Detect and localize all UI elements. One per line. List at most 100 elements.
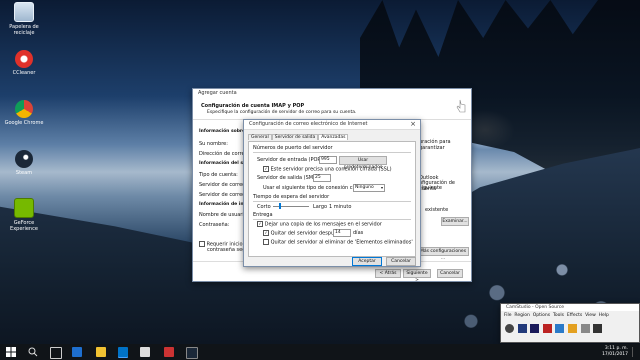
desktop-icon-geforce[interactable]: GeForce Experience <box>2 198 46 232</box>
ok-button[interactable]: Aceptar <box>352 257 382 266</box>
desktop-icon-ccleaner[interactable]: CCleaner <box>2 50 46 76</box>
keep-copy-checkbox[interactable]: ✓ <box>257 221 263 227</box>
browse-button[interactable]: Examinar... <box>441 217 469 226</box>
record-icon[interactable] <box>505 324 514 333</box>
chevron-down-icon: ▾ <box>380 185 383 190</box>
add-account-title: Agregar cuenta <box>198 90 237 96</box>
windows-icon <box>6 347 16 357</box>
clock[interactable]: 3:11 p. m. 17/01/2017 <box>602 346 628 358</box>
ports-group-line <box>253 152 411 153</box>
menu-options[interactable]: Options <box>533 313 550 318</box>
back-button[interactable]: < Atrás <box>375 269 401 278</box>
incoming-port-input[interactable]: 995 <box>319 156 337 164</box>
internet-email-settings-dialog: Configuración de correo electrónico de I… <box>243 119 421 267</box>
menu-file[interactable]: File <box>504 313 512 318</box>
existing-text: existente <box>425 207 449 213</box>
menu-tools[interactable]: Tools <box>553 313 564 318</box>
remove-after-label: Quitar del servidor después <box>270 230 340 237</box>
timeout-slider-thumb[interactable] <box>279 203 281 209</box>
encryption-type-value: Ninguno <box>355 185 374 190</box>
camstudio-taskbar-icon[interactable] <box>164 347 174 357</box>
account-type-label: Tipo de cuenta: <box>199 172 238 178</box>
stop-icon[interactable] <box>530 324 540 333</box>
edge-icon[interactable] <box>72 347 82 357</box>
remove-after-row[interactable]: ✓ Quitar del servidor después <box>263 230 340 237</box>
taskbar: 3:11 p. m. 17/01/2017 <box>0 344 640 360</box>
spa-checkbox[interactable] <box>199 241 205 247</box>
name-label: Su nombre: <box>199 141 228 147</box>
username-label: Nombre de usuario: <box>199 212 249 218</box>
menu-help[interactable]: Help <box>599 313 609 318</box>
region-icon[interactable] <box>542 324 552 333</box>
desktop-icon-label: Papelera de reciclaje <box>9 24 39 36</box>
password-label: Contraseña: <box>199 222 230 228</box>
remove-after-checkbox[interactable]: ✓ <box>263 230 269 236</box>
clock-date: 17/01/2017 <box>602 352 628 357</box>
geforce-icon <box>14 198 34 218</box>
desktop-icon-steam[interactable]: Steam <box>2 150 46 176</box>
account-settings-subheading: Especifique la configuración de servidor… <box>207 110 357 115</box>
start-button[interactable] <box>6 347 16 357</box>
menu-view[interactable]: View <box>585 313 596 318</box>
notepad-icon[interactable] <box>140 347 150 357</box>
file-explorer-icon[interactable] <box>96 347 106 357</box>
camstudio-titlebar: CamStudio - Open Source <box>501 304 639 311</box>
settings-icon[interactable] <box>567 324 577 333</box>
timeout-long-label: Largo <box>313 204 328 210</box>
outgoing-port-input[interactable]: 25 <box>313 174 331 182</box>
remove-deleted-checkbox[interactable] <box>263 239 269 245</box>
fullscreen-icon[interactable] <box>555 324 565 333</box>
ccleaner-icon <box>15 50 33 68</box>
tab-advanced[interactable]: Avanzadas <box>318 134 349 140</box>
cancel-button[interactable]: Cancelar <box>437 269 463 278</box>
timeout-value: 1 minuto <box>329 204 352 210</box>
ssl-checkbox-row[interactable]: ✓ Este servidor precisa una conexión cif… <box>263 166 392 173</box>
show-desktop-button[interactable] <box>632 347 638 357</box>
recycle-bin-icon <box>14 2 34 22</box>
days-label: días <box>353 230 364 236</box>
account-settings-heading: Configuración de cuenta IMAP y POP <box>201 103 305 109</box>
camstudio-toolbar <box>505 324 604 335</box>
dialog-title: Configuración de correo electrónico de I… <box>249 121 368 127</box>
desktop-icon-recycle-bin[interactable]: Papelera de reciclaje <box>2 2 46 36</box>
ssl-checkbox[interactable]: ✓ <box>263 166 269 172</box>
desktop-icon-label: Steam <box>15 170 33 176</box>
desktop-icon-chrome[interactable]: Google Chrome <box>2 100 46 126</box>
task-view-icon[interactable] <box>50 347 62 359</box>
timeout-short-label: Corto <box>257 204 271 210</box>
more-settings-button[interactable]: Más configuraciones ... <box>417 247 469 261</box>
chrome-icon <box>15 100 33 118</box>
pause-icon[interactable] <box>517 324 527 333</box>
desktop-icon-label: CCleaner <box>12 70 36 76</box>
menu-effects[interactable]: Effects <box>567 313 582 318</box>
tab-outgoing-server[interactable]: Servidor de salida <box>271 134 319 140</box>
add-account-titlebar: Agregar cuenta <box>193 89 471 98</box>
next-text-2: siguiente <box>419 185 443 191</box>
outlook-taskbar-icon[interactable] <box>118 347 128 357</box>
close-icon[interactable]: × <box>410 120 416 129</box>
steam-icon <box>15 150 33 168</box>
dialog-cancel-button[interactable]: Cancelar <box>386 257 416 266</box>
tab-general[interactable]: General <box>248 134 272 140</box>
remove-days-input[interactable]: 14 <box>333 229 351 237</box>
steam-taskbar-icon[interactable] <box>186 347 198 359</box>
camstudio-title: CamStudio - Open Source <box>506 305 565 310</box>
menu-region[interactable]: Region <box>514 313 529 318</box>
keep-copy-row[interactable]: ✓ Dejar una copia de los mensajes en el … <box>257 221 382 228</box>
delivery-group-line <box>253 219 411 220</box>
ports-group-label: Números de puerto del servidor <box>253 145 333 151</box>
remove-deleted-row[interactable]: Quitar del servidor al eliminar de 'Elem… <box>263 239 413 246</box>
use-defaults-button[interactable]: Usar predeterminados <box>339 156 387 170</box>
desktop-icon-label: GeForce Experience <box>10 220 38 232</box>
next-button[interactable]: Siguiente > <box>403 269 431 283</box>
encryption-type-select[interactable]: Ninguno ▾ <box>353 184 385 192</box>
ssl-label: Este servidor precisa una conexión cifra… <box>270 166 392 173</box>
desktop-icon-label: Google Chrome <box>4 120 44 126</box>
connect-icon[interactable] <box>593 324 603 333</box>
dialog-tabs: General Servidor de salida Avanzadas <box>248 134 349 141</box>
remove-deleted-label: Quitar del servidor al eliminar de 'Elem… <box>270 239 413 246</box>
film-icon[interactable] <box>580 324 590 333</box>
cursor-hand-icon <box>455 99 467 115</box>
search-icon[interactable] <box>28 347 38 357</box>
timeout-group-label: Tiempo de espera del servidor <box>253 194 330 200</box>
